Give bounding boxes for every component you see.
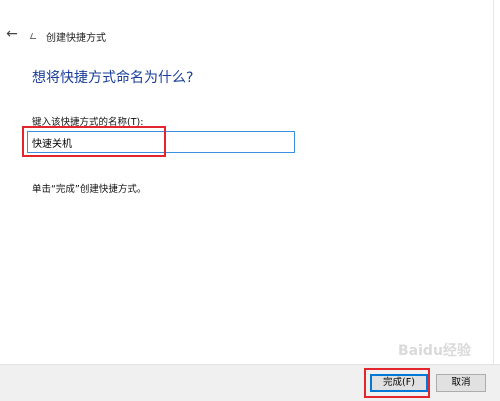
cancel-button[interactable]: 取消 — [436, 374, 486, 392]
shortcut-wizard-icon — [29, 33, 39, 39]
finish-button[interactable]: 完成(F) — [370, 374, 428, 392]
window-title: 创建快捷方式 — [46, 33, 106, 44]
shortcut-name-input[interactable] — [27, 131, 295, 153]
page-heading: 想将快捷方式命名为什么? — [32, 70, 194, 86]
title-bar: ← 创建快捷方式 — [0, 0, 500, 44]
back-arrow-icon[interactable]: ← — [4, 26, 20, 42]
name-field-label: 键入该快捷方式的名称(T): — [32, 117, 144, 128]
instruction-text: 单击“完成”创建快捷方式。 — [32, 184, 147, 195]
window-edge-divider — [493, 0, 494, 364]
watermark: Baidu经验 — [398, 343, 471, 359]
